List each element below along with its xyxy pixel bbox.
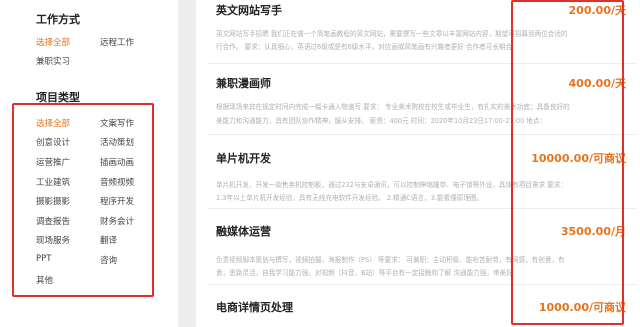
divider — [208, 134, 636, 135]
project-type-option[interactable]: 运营推广 — [36, 156, 70, 168]
job-title[interactable]: 融媒体运营 — [216, 223, 271, 239]
job-title[interactable]: 英文网站写手 — [216, 2, 282, 18]
project-type-option[interactable]: 摄影摄影 — [36, 195, 70, 207]
project-type-option[interactable]: 财务会计 — [100, 215, 134, 227]
job-card[interactable]: 单片机开发 10000.00/可商议 单片机开发，开发一款售卖机控制板，通过23… — [196, 136, 640, 208]
project-type-option[interactable]: 音频视频 — [100, 176, 134, 188]
job-title[interactable]: 单片机开发 — [216, 150, 271, 166]
job-price: 400.00/天 — [568, 77, 626, 90]
job-description: 意，思路灵活，自我学习能力强，对视频（抖音，B站）等平台有一定接触和了解 沟通能… — [216, 269, 513, 277]
project-type-option[interactable]: 选择全部 — [36, 117, 70, 129]
project-type-option[interactable]: 创意设计 — [36, 136, 70, 148]
project-type-option[interactable]: 现场服务 — [36, 234, 70, 246]
filter-sidebar: 工作方式 选择全部 远程工作 兼职实习 项目类型 选择全部 文案写作 创意设计 … — [0, 0, 178, 327]
divider — [208, 284, 636, 285]
work-mode-option-all[interactable]: 选择全部 — [36, 36, 70, 48]
job-description: 单片机开发，开发一款售卖机控制板，通过232与安卓通讯，可以控制伸缩履带、电子锁… — [216, 181, 567, 189]
job-list: 英文网站写手 200.00/天 英文网站写手招聘 我们正在做一个简笔画教程的英文… — [196, 0, 640, 327]
work-mode-option-remote[interactable]: 远程工作 — [100, 36, 134, 48]
project-type-option[interactable]: 工业建筑 — [36, 176, 70, 188]
job-card[interactable]: 融媒体运营 3500.00/月 负责视频脚本策划与撰写，视频拍摄，海报制作（PS… — [196, 210, 640, 284]
job-card[interactable]: 兼职漫画师 400.00/天 根据现场来宾在规定时间内完成一幅卡通人物速写 要求… — [196, 64, 640, 136]
project-type-option[interactable]: PPT — [36, 254, 51, 264]
job-price: 200.00/天 — [568, 4, 626, 17]
job-description: 美能力和沟通能力，具有团队协作精神，服从安排。 薪资：400元 时间：2020年… — [216, 117, 547, 125]
project-type-option[interactable]: 调查报告 — [36, 215, 70, 227]
job-title[interactable]: 电商详情页处理 — [216, 299, 293, 315]
job-card[interactable]: 电商详情页处理 1000.00/可商议 — [196, 286, 640, 327]
job-description: 根据现场来宾在规定时间内完成一幅卡通人物速写 要求： 专业美术院校在校生或毕业生… — [216, 103, 570, 111]
job-description: 1.3年以上单片机开发经验，具有无线充电软件开发经验。 2.精通C语言，3.能看… — [216, 194, 484, 202]
project-type-option[interactable]: 程序开发 — [100, 195, 134, 207]
job-price: 10000.00/可商议 — [531, 152, 626, 165]
work-mode-option-parttime[interactable]: 兼职实习 — [36, 55, 70, 67]
project-type-title: 项目类型 — [36, 91, 80, 104]
project-type-option[interactable]: 活动策划 — [100, 136, 134, 148]
job-price: 1000.00/可商议 — [538, 301, 626, 314]
job-description: 行合作。 要求：认真细心，英语过6级或是有6级水平，对应画或简笔画有兴趣者更好 … — [216, 43, 513, 51]
project-type-option[interactable]: 插画动画 — [100, 156, 134, 168]
job-price: 3500.00/月 — [560, 225, 626, 238]
project-type-option[interactable]: 其他 — [36, 274, 53, 286]
project-type-option[interactable]: 咨询 — [100, 254, 117, 266]
job-description: 负责视频脚本策划与撰写，视频拍摄，海报制作（PS） 等要求： 可兼职：主动积极、… — [216, 256, 565, 264]
job-card[interactable]: 英文网站写手 200.00/天 英文网站写手招聘 我们正在做一个简笔画教程的英文… — [196, 0, 640, 60]
divider — [208, 208, 636, 209]
work-mode-title: 工作方式 — [36, 13, 80, 26]
job-description: 英文网站写手招聘 我们正在做一个简笔画教程的英文网站，需要撰写一些文章以丰富网站… — [216, 30, 568, 38]
job-title[interactable]: 兼职漫画师 — [216, 75, 271, 91]
project-type-option[interactable]: 文案写作 — [100, 117, 134, 129]
project-type-option[interactable]: 翻译 — [100, 234, 117, 246]
